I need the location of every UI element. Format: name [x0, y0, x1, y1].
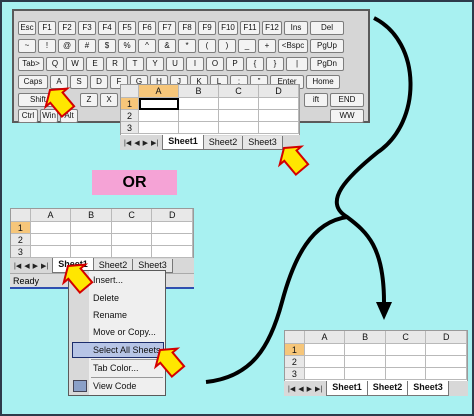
pointer-arrow-sheet1 — [61, 263, 94, 295]
pointer-arrow-sheet3 — [277, 145, 310, 177]
pointer-arrow-select-all — [153, 347, 186, 379]
flow-brace — [334, 16, 413, 303]
annotation-overlay — [43, 16, 413, 384]
tutorial-canvas: Esc F1 F2 F3 F4 F5 F6 F7 F8 F9 F10 F11 F… — [0, 0, 474, 416]
flow-arrowhead — [376, 302, 392, 320]
flow-brace-lower — [205, 215, 348, 384]
pointer-arrow-shift — [43, 87, 76, 119]
